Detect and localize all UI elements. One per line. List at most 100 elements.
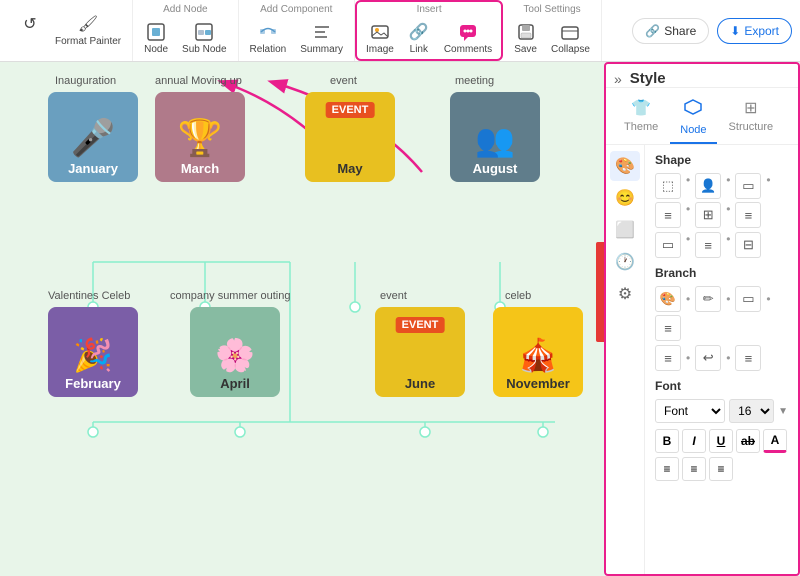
shape-btn-7[interactable]: ▭ — [655, 232, 681, 258]
node-january-icon: 🎤 — [71, 117, 116, 159]
style-icon-btn[interactable]: 🎨 — [610, 151, 640, 181]
format-row: B I U ab A — [655, 429, 788, 453]
comments-button[interactable]: Comments — [439, 19, 497, 58]
undo-button[interactable]: ↺ — [14, 11, 46, 50]
relation-button[interactable]: Relation — [245, 19, 292, 58]
font-row: Font 16 12 14 18 20 ▼ — [655, 399, 788, 423]
bold-button[interactable]: B — [655, 429, 679, 453]
node-february[interactable]: 🎉 February — [48, 307, 138, 397]
link-button[interactable]: 🔗 Link — [403, 19, 435, 58]
node-march[interactable]: 🏆 March — [155, 92, 245, 182]
underline-button[interactable]: U — [709, 429, 733, 453]
branch-btn-lines[interactable]: ≡ — [655, 315, 681, 341]
branch-btn-line[interactable]: ✏ — [695, 286, 721, 312]
sidebar: » Style 👕 Theme Node ⊞ Structure 🎨 — [604, 62, 800, 576]
sep9: • — [726, 292, 730, 306]
canvas[interactable]: Inauguration annual Moving up event meet… — [0, 62, 604, 576]
node-button[interactable]: Node — [139, 19, 173, 58]
node-august[interactable]: 👥 August — [450, 92, 540, 182]
format-painter-button[interactable]: 🖌 Format Painter — [50, 11, 126, 50]
export-icon: ⬇ — [730, 24, 740, 38]
node-november[interactable]: 🎪 November — [493, 307, 583, 397]
node-may[interactable]: EVENT May — [305, 92, 395, 182]
collapse-label: Collapse — [551, 44, 590, 55]
sep7: • — [726, 232, 730, 258]
insert-label: Insert — [417, 4, 442, 15]
undo-icon: ↺ — [20, 14, 40, 34]
sep5: • — [726, 202, 730, 228]
node-april[interactable]: 🌸 April — [190, 307, 280, 397]
tool-settings-label: Tool Settings — [523, 4, 580, 15]
tab-theme[interactable]: 👕 Theme — [614, 92, 668, 144]
shape-btn-6[interactable]: ≡ — [735, 202, 761, 228]
history-icon-btn[interactable]: 🕐 — [610, 247, 640, 277]
align-right-button[interactable]: ≡ — [709, 457, 733, 481]
toolbar-group-add-node: Add Node Node Sub Node — [133, 0, 238, 61]
annotation-inauguration: Inauguration — [55, 75, 116, 87]
align-center-button[interactable]: ≡ — [682, 457, 706, 481]
italic-button[interactable]: I — [682, 429, 706, 453]
sep11: • — [686, 351, 690, 365]
format-painter-icon: 🖌 — [78, 14, 98, 34]
icon-icon-btn[interactable]: 😊 — [610, 183, 640, 213]
image-button[interactable]: Image — [361, 19, 399, 58]
sidebar-collapse-button[interactable]: » — [614, 71, 622, 87]
link-label: Link — [410, 44, 428, 55]
share-button[interactable]: 🔗 Share — [632, 18, 709, 44]
node-june[interactable]: EVENT June — [375, 307, 465, 397]
shape-btn-1[interactable]: ⬚ — [655, 173, 681, 199]
tab-structure[interactable]: ⊞ Structure — [719, 92, 784, 144]
sidebar-left-icons: 🎨 😊 ⬜ 🕐 ⚙ — [606, 145, 645, 574]
structure-icon: ⊞ — [744, 98, 757, 118]
tab-theme-label: Theme — [624, 121, 658, 133]
sep1: • — [686, 173, 690, 199]
sep8: • — [686, 292, 690, 306]
sep12: • — [726, 351, 730, 365]
shape-btn-9[interactable]: ⊟ — [735, 232, 761, 258]
toolbar: ↺ 🖌 Format Painter Add Node Node Sub Nod… — [0, 0, 800, 62]
sidebar-body: 🎨 😊 ⬜ 🕐 ⚙ Shape ⬚ • 👤 • ▭ • ≡ • — [606, 145, 798, 574]
font-family-select[interactable]: Font — [655, 399, 725, 423]
node-january-label: January — [68, 161, 118, 176]
node-february-icon: 🎉 — [73, 336, 113, 374]
save-button[interactable]: Save — [509, 19, 542, 58]
branch-btn-arrow3[interactable]: ≡ — [735, 345, 761, 371]
branch-row-2: ≡ • ↩ • ≡ — [655, 345, 788, 371]
shape-icon-grid-2: ▭ • ≡ • ⊟ — [655, 232, 788, 258]
branch-btn-arrow2[interactable]: ↩ — [695, 345, 721, 371]
summary-button[interactable]: Summary — [295, 19, 348, 58]
branch-section-title: Branch — [655, 266, 788, 280]
image-icon — [370, 22, 390, 42]
branch-btn-rect[interactable]: ▭ — [735, 286, 761, 312]
shape-section-title: Shape — [655, 153, 788, 167]
font-size-select[interactable]: 16 12 14 18 20 — [729, 399, 774, 423]
font-color-button[interactable]: A — [763, 429, 787, 453]
annotation-meeting: meeting — [455, 75, 494, 87]
node-january[interactable]: 🎤 January — [48, 92, 138, 182]
sidebar-tab-row: 👕 Theme Node ⊞ Structure — [606, 92, 798, 145]
shape-btn-3[interactable]: ▭ — [735, 173, 761, 199]
branch-btn-arrow1[interactable]: ≡ — [655, 345, 681, 371]
export-button[interactable]: ⬇ Export — [717, 18, 792, 44]
node-label: Node — [144, 44, 168, 55]
shape-btn-5[interactable]: ⊞ — [695, 202, 721, 228]
red-bar — [596, 242, 604, 342]
shape-btn-2[interactable]: 👤 — [695, 173, 721, 199]
annotation-annual: annual Moving up — [155, 75, 242, 87]
shape-btn-8[interactable]: ≡ — [695, 232, 721, 258]
collapse-button[interactable]: Collapse — [546, 19, 595, 58]
branch-btn-color[interactable]: 🎨 — [655, 286, 681, 312]
save-label: Save — [514, 44, 537, 55]
tab-node[interactable]: Node — [670, 92, 716, 144]
strikethrough-button[interactable]: ab — [736, 429, 760, 453]
sep10: • — [766, 292, 770, 306]
sep3: • — [766, 173, 770, 199]
align-left-button[interactable]: ≡ — [655, 457, 679, 481]
shape-btn-4[interactable]: ≡ — [655, 202, 681, 228]
branch-row-1: 🎨 • ✏ • ▭ • ≡ — [655, 286, 788, 341]
sub-node-button[interactable]: Sub Node — [177, 19, 231, 58]
theme-icon: 👕 — [631, 98, 651, 118]
outline-icon-btn[interactable]: ⬜ — [610, 215, 640, 245]
feedback-icon-btn[interactable]: ⚙ — [610, 279, 640, 309]
summary-icon — [312, 22, 332, 42]
